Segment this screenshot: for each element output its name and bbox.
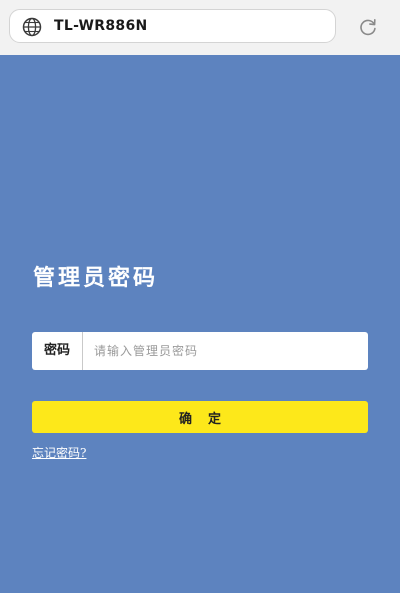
password-label: 密码 bbox=[32, 332, 83, 370]
password-input[interactable] bbox=[84, 333, 364, 369]
login-page: 管理员密码 密码 确定 忘记密码? bbox=[0, 55, 400, 593]
password-field-group: 密码 bbox=[32, 332, 368, 370]
browser-toolbar: TL-WR886N bbox=[0, 0, 400, 55]
address-bar[interactable]: TL-WR886N bbox=[9, 9, 336, 43]
reload-icon[interactable] bbox=[358, 17, 378, 37]
confirm-button[interactable]: 确定 bbox=[32, 401, 368, 433]
forgot-password-link[interactable]: 忘记密码? bbox=[32, 444, 86, 461]
globe-icon bbox=[22, 17, 42, 37]
page-title: 管理员密码 bbox=[33, 265, 159, 291]
address-bar-text: TL-WR886N bbox=[54, 18, 148, 34]
